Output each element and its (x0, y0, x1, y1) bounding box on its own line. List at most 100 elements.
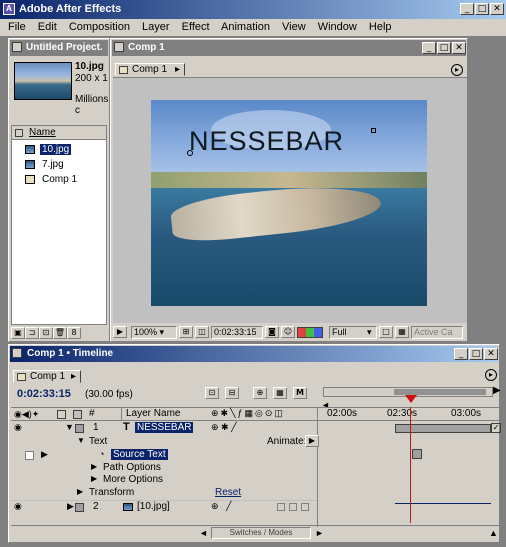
new-comp-icon[interactable]: ⊡ (39, 327, 53, 339)
label-color-icon[interactable] (75, 424, 84, 433)
menu-animation[interactable]: Animation (221, 21, 270, 33)
zoom-select[interactable]: 100% ▾ (131, 326, 177, 339)
layer-name[interactable]: [10.jpg] (137, 501, 170, 512)
frame-blending-icon[interactable]: ⊕ (253, 387, 267, 399)
tab-close-icon[interactable]: ▸ (175, 64, 180, 75)
snapshot-icon[interactable]: ◙ (265, 326, 279, 338)
layer-name-column[interactable]: Layer Name (121, 408, 205, 420)
trash-icon[interactable]: 🗑 (53, 327, 67, 339)
menu-edit[interactable]: Edit (38, 21, 57, 33)
label-color-icon[interactable] (75, 503, 84, 512)
layer-switches[interactable]: ⊕ ╱ (211, 501, 231, 512)
keyframe-nav-icon[interactable]: ▶ (41, 449, 48, 460)
show-snapshot-icon[interactable]: ☺ (281, 326, 295, 338)
name-column-header[interactable]: Name (12, 126, 106, 140)
playhead-line[interactable] (410, 407, 411, 523)
nessebar-text-layer[interactable]: NESSEBAR (189, 126, 344, 157)
tab-arrow-icon[interactable]: ▸ (71, 371, 76, 382)
layer-row-2[interactable]: ◉ ▶ 2 [10.jpg] ⊕ ╱ (11, 500, 317, 513)
timeline-minimize-button[interactable]: _ (454, 348, 468, 360)
text-group-row[interactable]: ▼ Text Animate: ▶ (11, 435, 319, 448)
comp-timecode[interactable]: 0:02:33:15 (211, 326, 263, 339)
comp-marker-icon[interactable]: ⊡ (205, 387, 219, 399)
twirl-down-icon[interactable]: ▼ (65, 422, 74, 432)
text-bbox-handle[interactable] (371, 128, 376, 133)
draft-3d-icon[interactable]: M (293, 387, 307, 399)
switch-box[interactable] (289, 503, 297, 511)
menu-view[interactable]: View (282, 21, 306, 33)
timeline-timecode[interactable]: 0:02:33:15 (17, 388, 71, 400)
scroll-left-icon[interactable]: ◄ (199, 528, 208, 538)
comp-tab[interactable]: Comp 1 ▸ (115, 63, 185, 76)
comp-image[interactable]: NESSEBAR (151, 100, 427, 306)
footage-icon (123, 503, 133, 511)
reset-link[interactable]: Reset (215, 487, 241, 498)
zoom-in-icon[interactable]: ▲ (489, 528, 498, 538)
twirl-down-icon[interactable]: ▼ (77, 436, 85, 445)
project-item-10jpg[interactable]: 10.jpg (12, 144, 106, 156)
comp-close-button[interactable]: ✕ (452, 42, 466, 54)
maximize-button[interactable]: □ (475, 3, 489, 15)
twirl-right-icon[interactable]: ▶ (91, 462, 97, 471)
twirl-right-icon[interactable]: ▶ (77, 487, 83, 496)
menu-composition[interactable]: Composition (69, 21, 130, 33)
interpret-footage-icon[interactable]: ▣ (11, 327, 25, 339)
new-folder-icon[interactable]: ⊐ (25, 327, 39, 339)
menu-window[interactable]: Window (318, 21, 357, 33)
text-anchor-handle[interactable] (187, 150, 193, 156)
minimize-button[interactable]: _ (460, 3, 474, 15)
region-of-interest-icon[interactable]: □ (379, 326, 393, 338)
menu-effect[interactable]: Effect (182, 21, 210, 33)
comp-panel-menu-icon[interactable]: ▸ (451, 64, 463, 76)
title-safe-icon[interactable]: ⊞ (179, 326, 193, 338)
source-text-keyframe[interactable] (412, 449, 422, 459)
resolution-dropdown-icon[interactable]: ▾ (367, 327, 372, 338)
camera-select[interactable]: Active Ca (411, 326, 463, 339)
layer-2-checkboxes[interactable] (277, 503, 309, 512)
motion-blur-icon[interactable]: ▦ (273, 387, 287, 399)
comp-maximize-button[interactable]: □ (437, 42, 451, 54)
transform-row[interactable]: ▶ Transform Reset (11, 487, 317, 499)
video-switch-icon[interactable]: ◉ (14, 422, 22, 433)
layer-name[interactable]: NESSEBAR (135, 422, 194, 433)
layer-row-1[interactable]: ◉ ▼ 1 T NESSEBAR ⊕ ✱ ╱ (11, 421, 317, 435)
project-item-7jpg[interactable]: 7.jpg (12, 159, 106, 171)
layer-switches[interactable]: ⊕ ✱ ╱ (211, 422, 237, 433)
menu-file[interactable]: File (8, 21, 26, 33)
transparency-grid-icon[interactable]: ▦ (395, 326, 409, 338)
keyframe-checkbox[interactable] (25, 451, 34, 460)
timeline-maximize-button[interactable]: □ (469, 348, 483, 360)
preview-dims: 200 x 1 (75, 73, 108, 84)
twirl-right-icon[interactable]: ▶ (67, 501, 74, 512)
comp-titlebar: Comp 1 _ □ ✕ (112, 40, 466, 56)
switches-modes-toggle[interactable]: Switches / Modes (211, 527, 311, 539)
timeline-close-button[interactable]: ✕ (484, 348, 498, 360)
scroll-right-icon[interactable]: ► (315, 528, 324, 538)
more-options-row[interactable]: ▶ More Options (11, 474, 317, 486)
menu-help[interactable]: Help (369, 21, 392, 33)
mask-view-icon[interactable]: ◫ (195, 326, 209, 338)
footage-icon (25, 160, 35, 169)
source-text-row[interactable]: ▶ ◔ Source Text (11, 449, 317, 461)
twirl-right-icon[interactable]: ▶ (91, 474, 97, 483)
stopwatch-icon[interactable]: ◔ (99, 449, 104, 459)
timeline-panel-menu-icon[interactable]: ▸ (485, 369, 497, 381)
color-depth-icon[interactable]: 8 (67, 327, 81, 339)
time-navigator-end-icon[interactable]: ▶ (493, 385, 501, 396)
timeline-tab[interactable]: Comp 1 ▸ (13, 370, 81, 383)
rgb-channels-icon[interactable] (297, 327, 323, 338)
switch-box[interactable] (277, 503, 285, 511)
animate-menu-icon[interactable]: ▶ (305, 435, 319, 447)
switch-box[interactable] (301, 503, 309, 511)
project-item-comp1[interactable]: Comp 1 (12, 174, 106, 186)
current-time-indicator[interactable] (405, 395, 417, 403)
close-button[interactable]: ✕ (490, 3, 504, 15)
toggle-3d-view-icon[interactable]: ⊟ (225, 387, 239, 399)
app-titlebar: A Adobe After Effects _ □ ✕ (0, 0, 506, 19)
menu-layer[interactable]: Layer (142, 21, 170, 33)
always-preview-icon[interactable]: ▶ (113, 326, 127, 338)
layer-1-end-icon[interactable]: ✓ (491, 423, 501, 433)
path-options-row[interactable]: ▶ Path Options (11, 462, 317, 474)
comp-minimize-button[interactable]: _ (422, 42, 436, 54)
video-switch-icon[interactable]: ◉ (14, 501, 22, 512)
